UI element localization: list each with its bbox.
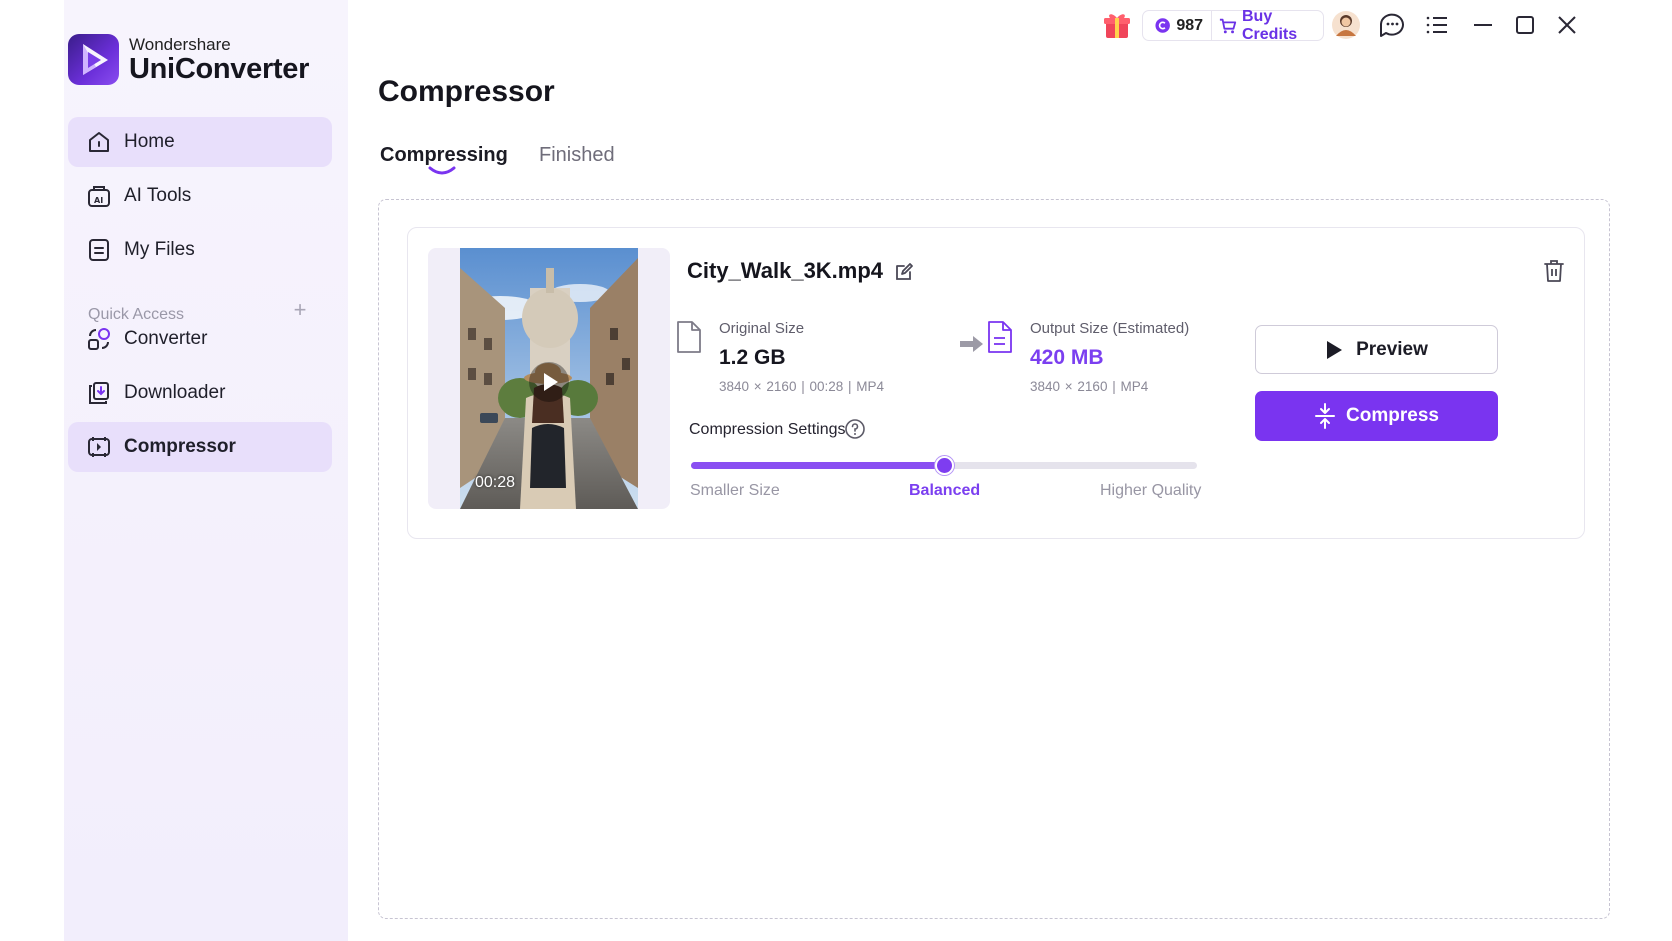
ai-tools-icon: AI	[88, 186, 110, 207]
sidebar-item-home[interactable]: Home	[68, 117, 332, 167]
compression-settings-label: Compression Settings	[689, 421, 846, 438]
sidebar: Wondershare UniConverter Home AI AI Tool…	[64, 0, 348, 941]
original-size-value: 1.2 GB	[719, 346, 786, 369]
preview-button-label: Preview	[1356, 338, 1428, 360]
credits-divider	[1211, 10, 1212, 41]
maximize-icon[interactable]	[1510, 10, 1540, 40]
credit-coin-icon	[1155, 18, 1170, 33]
sidebar-item-label: Downloader	[124, 382, 226, 403]
video-duration: 00:28	[475, 474, 516, 491]
play-icon	[544, 373, 558, 391]
file-card: 00:28 City_Walk_3K.mp4 Original Size 1.2…	[407, 227, 1585, 539]
output-size-block: Output Size (Estimated) 420 MB 3840 × 21…	[1030, 320, 1189, 394]
compression-slider[interactable]	[691, 456, 1197, 475]
app-logo: Wondershare UniConverter	[68, 34, 309, 85]
sidebar-item-downloader[interactable]: Downloader	[68, 368, 332, 418]
original-size-label: Original Size	[719, 320, 805, 337]
compress-drop-zone[interactable]: 00:28 City_Walk_3K.mp4 Original Size 1.2…	[378, 199, 1610, 919]
compress-icon	[1315, 403, 1336, 429]
file-name: City_Walk_3K.mp4	[687, 258, 884, 283]
brand-small-text: Wondershare	[129, 34, 231, 54]
help-question-icon[interactable]	[844, 418, 866, 440]
gift-icon[interactable]	[1102, 10, 1132, 40]
minimize-icon[interactable]	[1468, 10, 1498, 40]
delete-trash-icon[interactable]	[1541, 258, 1567, 284]
downloader-icon	[89, 382, 109, 404]
sidebar-item-label: Converter	[124, 328, 208, 349]
brand-name-text: UniConverter	[129, 52, 310, 85]
converter-icon	[88, 328, 110, 350]
original-size-block: Original Size 1.2 GB 3840 × 2160 | 00:28…	[719, 320, 884, 394]
menu-list-icon[interactable]	[1422, 10, 1452, 40]
feedback-chat-icon[interactable]	[1377, 10, 1407, 40]
credits-widget: 987 Buy Credits	[1142, 8, 1324, 44]
sidebar-item-label: AI Tools	[124, 185, 192, 206]
compression-slider-thumb[interactable]	[935, 456, 954, 475]
preview-button[interactable]: Preview	[1255, 325, 1498, 374]
compression-slider-fill	[691, 462, 944, 469]
rename-edit-icon[interactable]	[893, 260, 915, 282]
output-size-value: 420 MB	[1030, 346, 1104, 369]
slider-label-smaller-size[interactable]: Smaller Size	[690, 482, 780, 500]
sidebar-item-compressor[interactable]: Compressor	[68, 422, 332, 472]
compressor-icon	[88, 437, 110, 457]
sidebar-item-label: Home	[124, 131, 175, 152]
play-icon	[1327, 340, 1343, 359]
slider-label-balanced[interactable]: Balanced	[909, 482, 980, 500]
output-size-meta: 3840 × 2160 | MP4	[1030, 379, 1149, 394]
svg-text:AI: AI	[94, 196, 103, 205]
original-size-meta: 3840 × 2160 | 00:28 | MP4	[719, 379, 885, 394]
compress-button-label: Compress	[1346, 405, 1439, 426]
my-files-icon	[89, 239, 109, 261]
cart-icon[interactable]	[1219, 17, 1237, 35]
play-video-button[interactable]	[529, 362, 569, 402]
tab-finished[interactable]: Finished	[539, 144, 615, 167]
output-file-icon	[988, 321, 1012, 353]
page-title: Compressor	[378, 75, 555, 108]
sidebar-item-label: My Files	[124, 239, 195, 260]
sidebar-item-ai-tools[interactable]: AI AI Tools	[68, 171, 332, 221]
original-file-icon	[677, 321, 701, 353]
video-thumbnail-area[interactable]: 00:28	[428, 248, 670, 509]
credits-count: 987	[1176, 16, 1204, 34]
user-avatar-icon[interactable]	[1331, 10, 1361, 40]
main-content: Compressor Compressing Finished 00:28 Ci…	[348, 0, 1672, 941]
compress-button[interactable]: Compress	[1255, 391, 1498, 441]
home-icon	[89, 132, 109, 152]
sidebar-item-my-files[interactable]: My Files	[68, 225, 332, 275]
sidebar-item-label: Compressor	[124, 436, 236, 457]
buy-credits-link[interactable]: Buy Credits	[1242, 8, 1323, 44]
close-icon[interactable]	[1552, 10, 1582, 40]
sidebar-item-converter[interactable]: Converter	[68, 314, 332, 364]
active-tab-indicator	[428, 166, 456, 175]
uniconverter-logo-icon	[68, 34, 119, 85]
output-size-label: Output Size (Estimated)	[1030, 320, 1190, 337]
arrow-right-icon	[960, 336, 983, 352]
tab-compressing[interactable]: Compressing	[380, 144, 508, 167]
app-window: Wondershare UniConverter Home AI AI Tool…	[64, 0, 1672, 941]
slider-label-higher-quality[interactable]: Higher Quality	[1100, 482, 1201, 500]
